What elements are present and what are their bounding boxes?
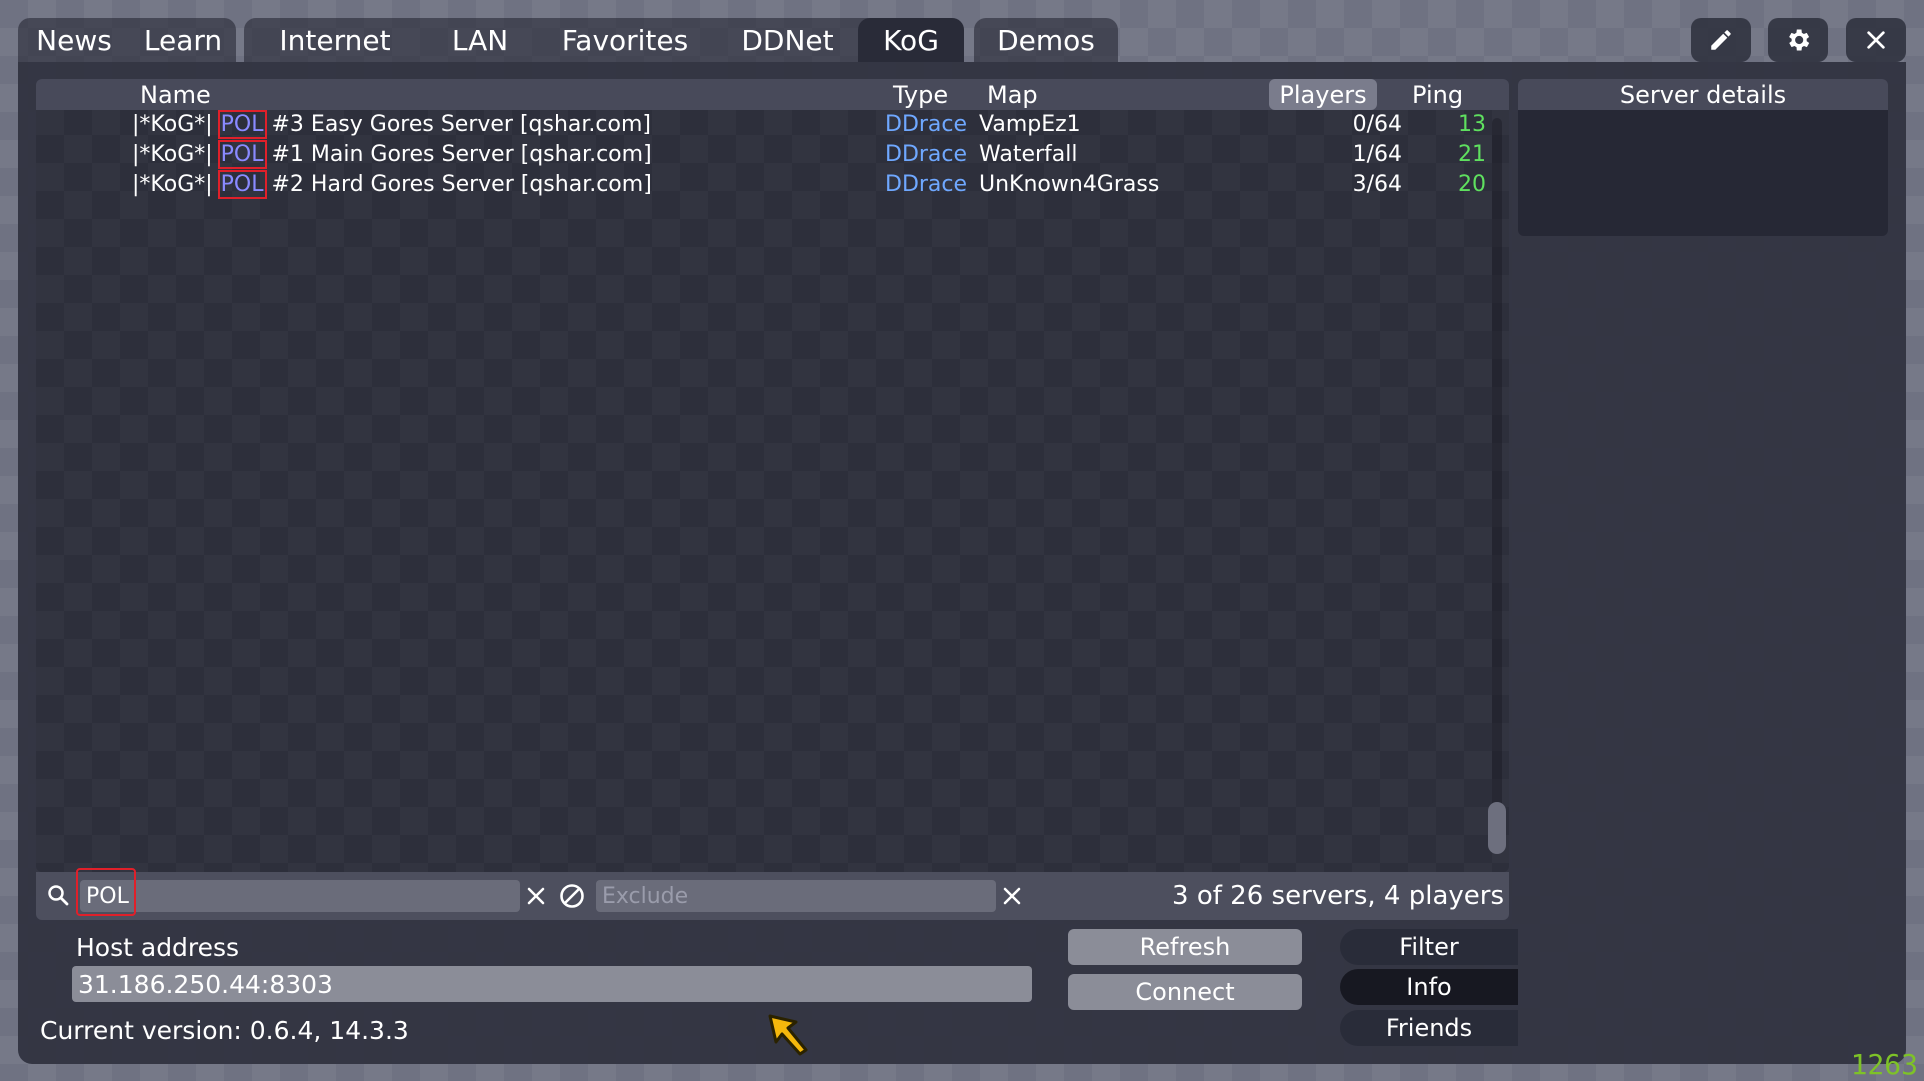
pencil-icon [1711, 30, 1731, 50]
connect-button[interactable]: Connect [1068, 974, 1302, 1010]
tab-internet[interactable]: Internet [260, 18, 410, 62]
scrollbar-track[interactable] [1492, 118, 1502, 854]
server-count-summary: 3 of 26 servers, 4 players [1172, 881, 1504, 911]
tab-favorites[interactable]: Favorites [545, 18, 705, 62]
clear-icon[interactable] [1000, 884, 1024, 908]
tab-news[interactable]: News [24, 18, 124, 62]
tab-friends[interactable]: Friends [1340, 1010, 1518, 1046]
tab-lan[interactable]: LAN [420, 18, 540, 62]
column-map[interactable]: Map [987, 79, 1067, 110]
refresh-button[interactable]: Refresh [1068, 929, 1302, 965]
search-match-highlight: POL [217, 110, 267, 139]
server-name: |*KoG*| POL #2 Hard Gores Server [qshar.… [132, 170, 652, 199]
server-players: 1/64 [1352, 142, 1402, 167]
search-icon [48, 885, 69, 906]
fps-counter: 1263 [1850, 1048, 1918, 1081]
server-ping: 21 [1458, 142, 1486, 167]
server-type: DDrace [885, 112, 968, 137]
server-map: Waterfall [979, 142, 1078, 167]
host-address-input[interactable]: 31.186.250.44:8303 [72, 966, 1032, 1002]
search-input[interactable]: POL [80, 880, 520, 912]
column-name[interactable]: Name [140, 79, 240, 110]
server-type: DDrace [885, 172, 968, 197]
tab-ddnet[interactable]: DDNet [720, 18, 855, 62]
exclude-input[interactable]: Exclude [596, 880, 996, 912]
no-entry-icon[interactable] [558, 882, 586, 910]
clear-icon[interactable] [524, 884, 548, 908]
settings-button[interactable] [1768, 18, 1828, 62]
annotation-box [76, 868, 136, 916]
column-ping[interactable]: Ping [1412, 79, 1482, 110]
tab-demos[interactable]: Demos [974, 18, 1118, 62]
tab-kog[interactable]: KoG [858, 18, 964, 62]
tab-info[interactable]: Info [1340, 969, 1518, 1005]
server-row[interactable]: |*KoG*| POL #3 Easy Gores Server [qshar.… [36, 110, 1491, 140]
close-icon [1867, 31, 1885, 49]
server-map: VampEz1 [979, 112, 1081, 137]
server-type: DDrace [885, 142, 968, 167]
search-match-highlight: POL [217, 140, 267, 169]
server-ping: 20 [1458, 172, 1486, 197]
cursor-arrow-icon [768, 1014, 808, 1056]
current-version: Current version: 0.6.4, 14.3.3 [40, 1016, 409, 1045]
server-map: UnKnown4Grass [979, 172, 1160, 197]
gear-icon [1789, 29, 1810, 51]
server-name: |*KoG*| POL #3 Easy Gores Server [qshar.… [132, 110, 651, 139]
host-address-label: Host address [76, 933, 240, 962]
server-row[interactable]: |*KoG*| POL #2 Hard Gores Server [qshar.… [36, 170, 1491, 200]
column-type[interactable]: Type [893, 79, 973, 110]
edit-button[interactable] [1691, 18, 1751, 62]
server-details-title: Server details [1518, 79, 1888, 110]
tab-learn[interactable]: Learn [130, 18, 236, 62]
column-players[interactable]: Players [1269, 79, 1377, 110]
server-players: 3/64 [1352, 172, 1402, 197]
server-ping: 13 [1458, 112, 1486, 137]
close-button[interactable] [1846, 18, 1906, 62]
server-players: 0/64 [1352, 112, 1402, 137]
tab-filter[interactable]: Filter [1340, 929, 1518, 965]
search-match-highlight: POL [217, 170, 267, 199]
server-name: |*KoG*| POL #1 Main Gores Server [qshar.… [132, 140, 652, 169]
server-row[interactable]: |*KoG*| POL #1 Main Gores Server [qshar.… [36, 140, 1491, 170]
scrollbar-thumb[interactable] [1488, 802, 1506, 854]
